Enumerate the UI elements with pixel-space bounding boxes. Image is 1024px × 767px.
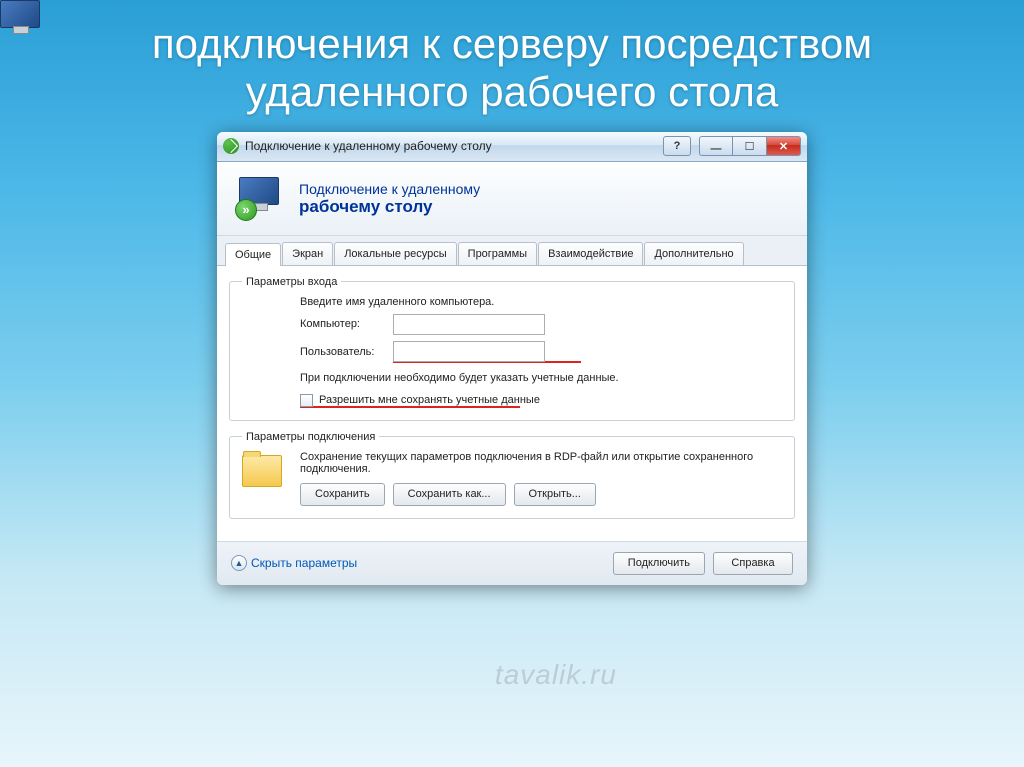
titlebar[interactable]: Подключение к удаленному рабочему столу bbox=[217, 132, 807, 162]
folder-icon bbox=[242, 451, 288, 497]
tabs: Общие Экран Локальные ресурсы Программы … bbox=[217, 236, 807, 266]
watermark: tavalik.ru bbox=[495, 659, 617, 691]
login-legend: Параметры входа bbox=[242, 276, 341, 288]
maximize-button[interactable] bbox=[733, 136, 767, 156]
help-icon[interactable] bbox=[663, 136, 691, 156]
tab-general[interactable]: Общие bbox=[225, 243, 281, 266]
save-button[interactable]: Сохранить bbox=[300, 483, 385, 506]
tab-programs[interactable]: Программы bbox=[458, 242, 537, 265]
hide-options-label: Скрыть параметры bbox=[251, 556, 357, 570]
hide-options-link[interactable]: ▲ Скрыть параметры bbox=[231, 555, 357, 571]
connect-button[interactable]: Подключить bbox=[613, 552, 705, 575]
user-input[interactable] bbox=[393, 341, 545, 362]
tab-experience[interactable]: Взаимодействие bbox=[538, 242, 643, 265]
credentials-hint: При подключении необходимо будет указать… bbox=[300, 371, 782, 386]
minimize-button[interactable] bbox=[699, 136, 733, 156]
header-panel: » Подключение к удаленному рабочему стол… bbox=[217, 163, 807, 236]
open-button[interactable]: Открыть... bbox=[514, 483, 596, 506]
computer-label: Компьютер: bbox=[300, 318, 385, 330]
save-credentials-label: Разрешить мне сохранять учетные данные bbox=[319, 394, 540, 406]
close-button[interactable] bbox=[767, 136, 801, 156]
save-as-button[interactable]: Сохранить как... bbox=[393, 483, 506, 506]
rdp-window: Подключение к удаленному рабочему столу … bbox=[217, 132, 807, 585]
connection-legend: Параметры подключения bbox=[242, 431, 379, 443]
footer: ▲ Скрыть параметры Подключить Справка bbox=[217, 541, 807, 585]
tab-local-resources[interactable]: Локальные ресурсы bbox=[334, 242, 456, 265]
tab-advanced[interactable]: Дополнительно bbox=[644, 242, 743, 265]
header-line1: Подключение к удаленному bbox=[299, 181, 480, 197]
computer-icon bbox=[242, 296, 288, 342]
slide-title: подключения к серверу посредством удален… bbox=[40, 20, 984, 117]
login-params-group: Параметры входа Введите имя удаленного к… bbox=[229, 276, 795, 421]
computer-input[interactable] bbox=[393, 314, 545, 335]
connection-text: Сохранение текущих параметров подключени… bbox=[300, 451, 782, 475]
header-line2: рабочему столу bbox=[299, 197, 480, 217]
connection-params-group: Параметры подключения Сохранение текущих… bbox=[229, 431, 795, 519]
app-icon bbox=[223, 138, 239, 154]
window-title: Подключение к удаленному рабочему столу bbox=[245, 139, 663, 153]
login-intro: Введите имя удаленного компьютера. bbox=[300, 296, 782, 308]
user-label: Пользователь: bbox=[300, 346, 385, 358]
save-credentials-checkbox[interactable] bbox=[300, 394, 313, 407]
help-button[interactable]: Справка bbox=[713, 552, 793, 575]
chevron-up-icon: ▲ bbox=[231, 555, 247, 571]
tab-display[interactable]: Экран bbox=[282, 242, 333, 265]
rdp-header-icon: » bbox=[235, 177, 285, 221]
